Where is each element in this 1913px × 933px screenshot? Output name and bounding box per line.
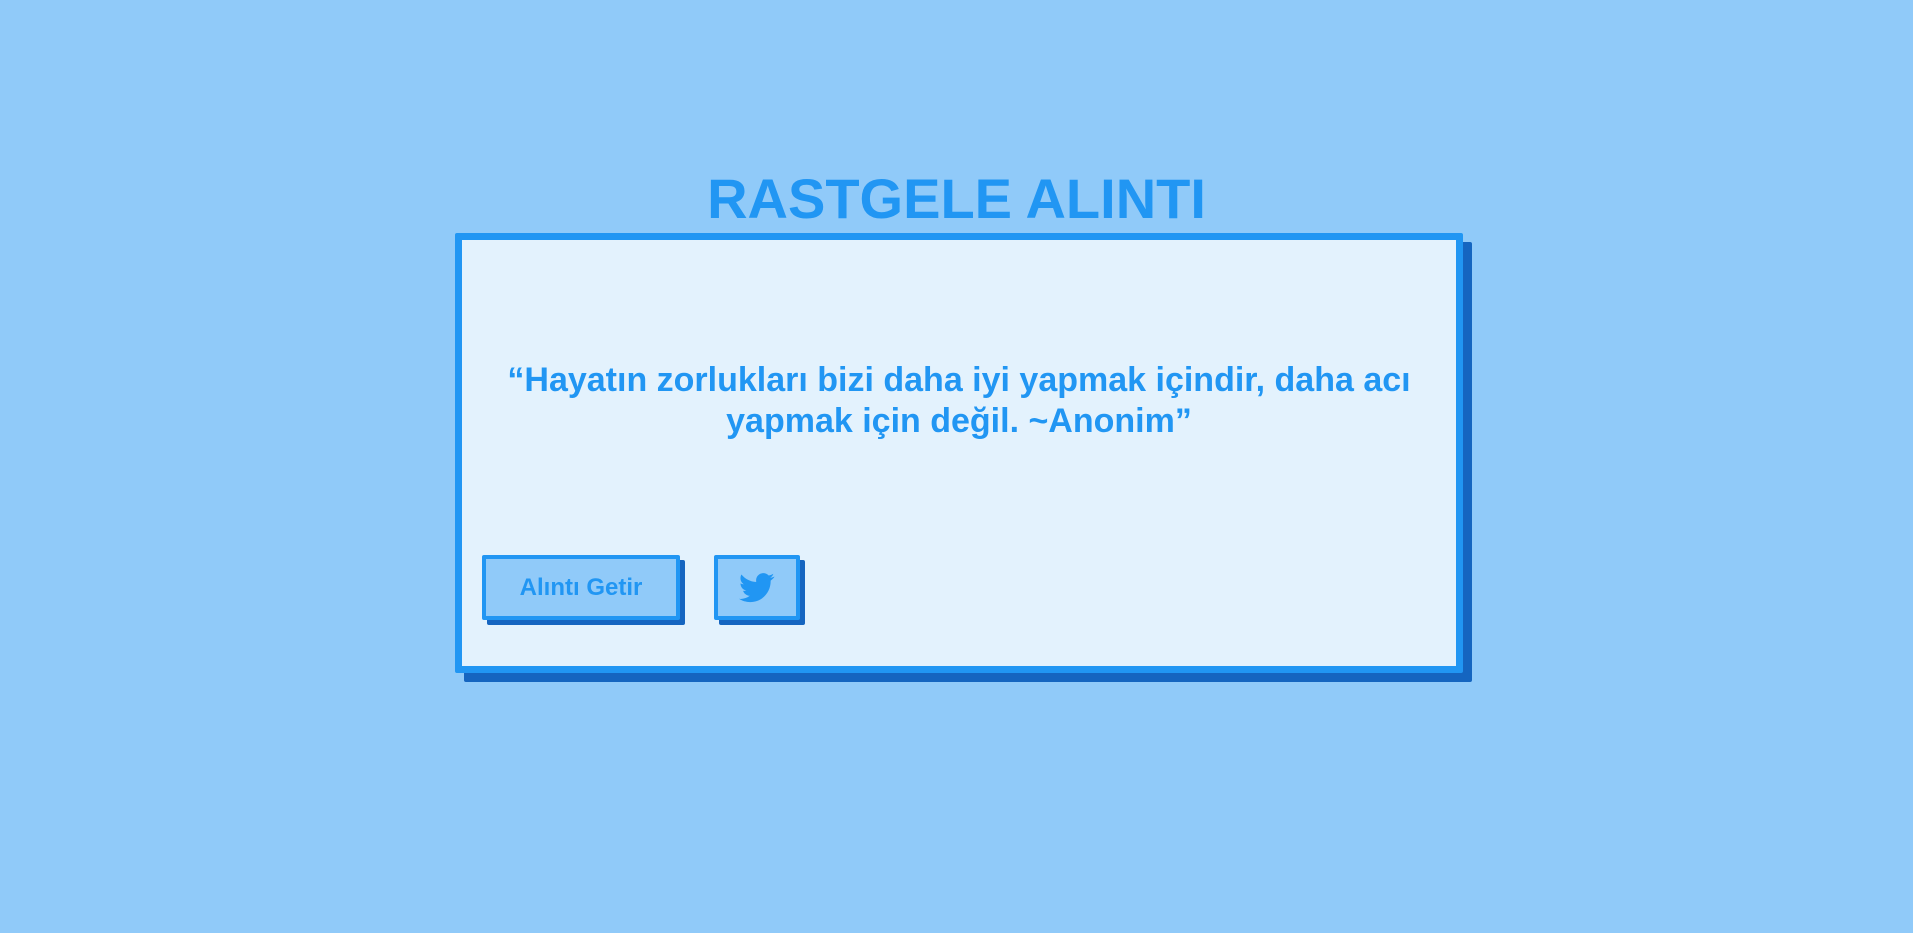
quote-card: “Hayatın zorlukları bizi daha iyi yapmak… xyxy=(455,233,1463,673)
page-title: RASTGELE ALINTI xyxy=(707,167,1206,230)
quote-text: “Hayatın zorlukları bizi daha iyi yapmak… xyxy=(507,361,1411,440)
twitter-icon xyxy=(739,572,775,603)
tweet-button[interactable] xyxy=(714,555,800,620)
new-quote-button[interactable]: Alıntı Getir xyxy=(482,555,680,620)
